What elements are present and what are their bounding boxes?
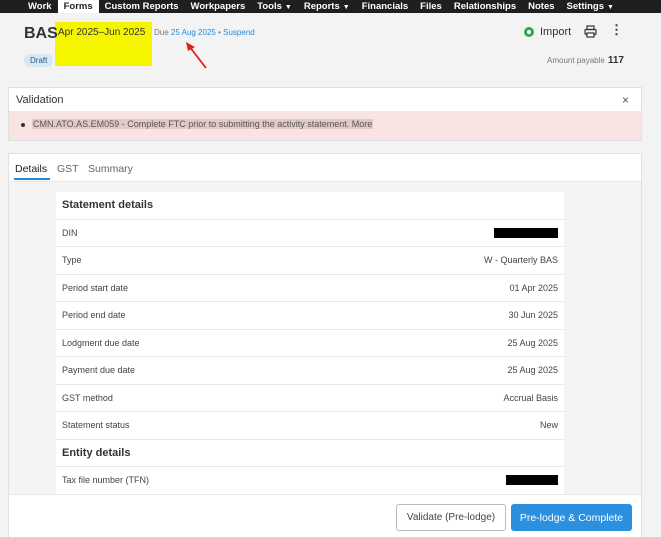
nav-item-custom-reports[interactable]: Custom Reports [99, 0, 185, 13]
nav-item-settings-label: Settings [566, 0, 605, 12]
form-footer: Validate (Pre-lodge) Pre-lodge & Complet… [9, 494, 641, 537]
row-value: 25 Aug 2025 [507, 337, 558, 348]
table-row: Payment due date 25 Aug 2025 [56, 357, 564, 385]
period-range: Apr 2025–Jun 2025 [58, 27, 146, 38]
row-label: Period end date [62, 310, 126, 321]
nav-item-relationships[interactable]: Relationships [448, 0, 522, 13]
amount-value: 117 [607, 55, 624, 66]
table-row: Tax file number (TFN) [56, 467, 564, 494]
tab-summary[interactable]: Summary [88, 163, 133, 175]
row-value: W - Quarterly BAS [483, 255, 558, 266]
chevron-down-icon: ▼ [342, 3, 350, 11]
chevron-down-icon: ▼ [284, 3, 292, 11]
suspend-link[interactable]: Suspend [223, 28, 255, 37]
table-row: Period end date 30 Jun 2025 [56, 302, 564, 330]
details-scroll-area[interactable]: Statement details DIN Type W - Quarterly… [9, 182, 641, 494]
section-title: Entity details [62, 446, 131, 459]
active-tab-indicator [14, 178, 50, 180]
print-icon[interactable] [584, 25, 597, 38]
row-label: Lodgment due date [62, 337, 140, 348]
top-navigation: Work Forms Custom Reports Workpapers Too… [0, 0, 661, 13]
nav-item-tools-label: Tools [257, 0, 282, 12]
table-row: Period start date 01 Apr 2025 [56, 275, 564, 302]
nav-item-work[interactable]: Work [22, 0, 58, 13]
due-separator: • [218, 28, 221, 37]
table-row: GST method Accrual Basis [56, 385, 564, 412]
due-info: Due 25 Aug 2025 • Suspend [154, 28, 255, 37]
nav-item-workpapers[interactable]: Workpapers [185, 0, 252, 13]
close-icon[interactable]: × [622, 93, 629, 107]
row-label: Period start date [62, 282, 129, 293]
row-label: Tax file number (TFN) [62, 475, 150, 486]
prelodge-complete-button[interactable]: Pre-lodge & Complete [511, 504, 632, 531]
nav-item-reports[interactable]: Reports ▼ [298, 0, 356, 14]
redacted-value [506, 475, 558, 486]
nav-item-financials[interactable]: Financials [356, 0, 414, 13]
nav-item-tools[interactable]: Tools ▼ [251, 0, 298, 14]
row-label: DIN [62, 227, 78, 238]
validation-error: CMN.ATO.AS.EM059 - Complete FTC prior to… [9, 111, 641, 140]
page-header: BAS Apr 2025–Jun 2025 Due 25 Aug 2025 • … [0, 13, 661, 69]
row-value: Accrual Basis [503, 392, 558, 403]
row-label: GST method [62, 392, 113, 403]
amount-payable: Amount payable 117 [547, 55, 624, 66]
page-title: BAS [24, 25, 58, 42]
row-value: New [539, 420, 558, 431]
import-label: Import [540, 26, 572, 38]
status-badge: Draft [24, 54, 54, 67]
validate-prelodge-button[interactable]: Validate (Pre-lodge) [396, 504, 506, 531]
red-arrow-annotation [186, 42, 207, 69]
validation-panel: Validation × CMN.ATO.AS.EM059 - Complete… [8, 87, 642, 141]
section-title: Statement details [62, 199, 154, 212]
row-value: 01 Apr 2025 [509, 282, 558, 293]
section-heading-statement: Statement details [56, 192, 564, 220]
row-label: Payment due date [62, 365, 136, 376]
form-card: Details GST Summary Statement details DI… [8, 153, 642, 537]
tab-gst[interactable]: GST [57, 163, 79, 175]
details-table: Statement details DIN Type W - Quarterly… [56, 192, 564, 494]
import-icon [524, 27, 534, 37]
nav-item-files[interactable]: Files [414, 0, 448, 13]
redacted-value [494, 227, 558, 238]
row-value: 25 Aug 2025 [507, 365, 558, 376]
chevron-down-icon: ▼ [607, 3, 614, 11]
due-prefix: Due [154, 28, 169, 37]
nav-item-forms[interactable]: Forms [57, 0, 99, 13]
tab-details[interactable]: Details [15, 163, 47, 175]
nav-item-notes[interactable]: Notes [522, 0, 560, 13]
table-row: Type W - Quarterly BAS [56, 247, 564, 275]
nav-item-reports-label: Reports [303, 0, 340, 12]
table-row: DIN [56, 220, 564, 247]
more-options-icon[interactable]: ⋮ [610, 23, 623, 36]
table-row: Lodgment due date 25 Aug 2025 [56, 330, 564, 357]
section-heading-entity: Entity details [56, 440, 564, 467]
amount-label: Amount payable [547, 56, 605, 65]
validation-error-text[interactable]: CMN.ATO.AS.EM059 - Complete FTC prior to… [32, 119, 374, 129]
row-label: Type [62, 255, 82, 266]
import-button[interactable]: Import [524, 26, 571, 38]
row-label: Statement status [62, 420, 130, 431]
row-value: 30 Jun 2025 [508, 310, 558, 321]
table-row: Statement status New [56, 412, 564, 440]
tab-bar: Details GST Summary [9, 154, 641, 182]
due-date-link[interactable]: 25 Aug 2025 [171, 28, 216, 37]
validation-title: Validation [16, 94, 64, 106]
nav-item-settings[interactable]: Settings ▼ [561, 0, 620, 14]
bullet-icon [21, 123, 25, 127]
